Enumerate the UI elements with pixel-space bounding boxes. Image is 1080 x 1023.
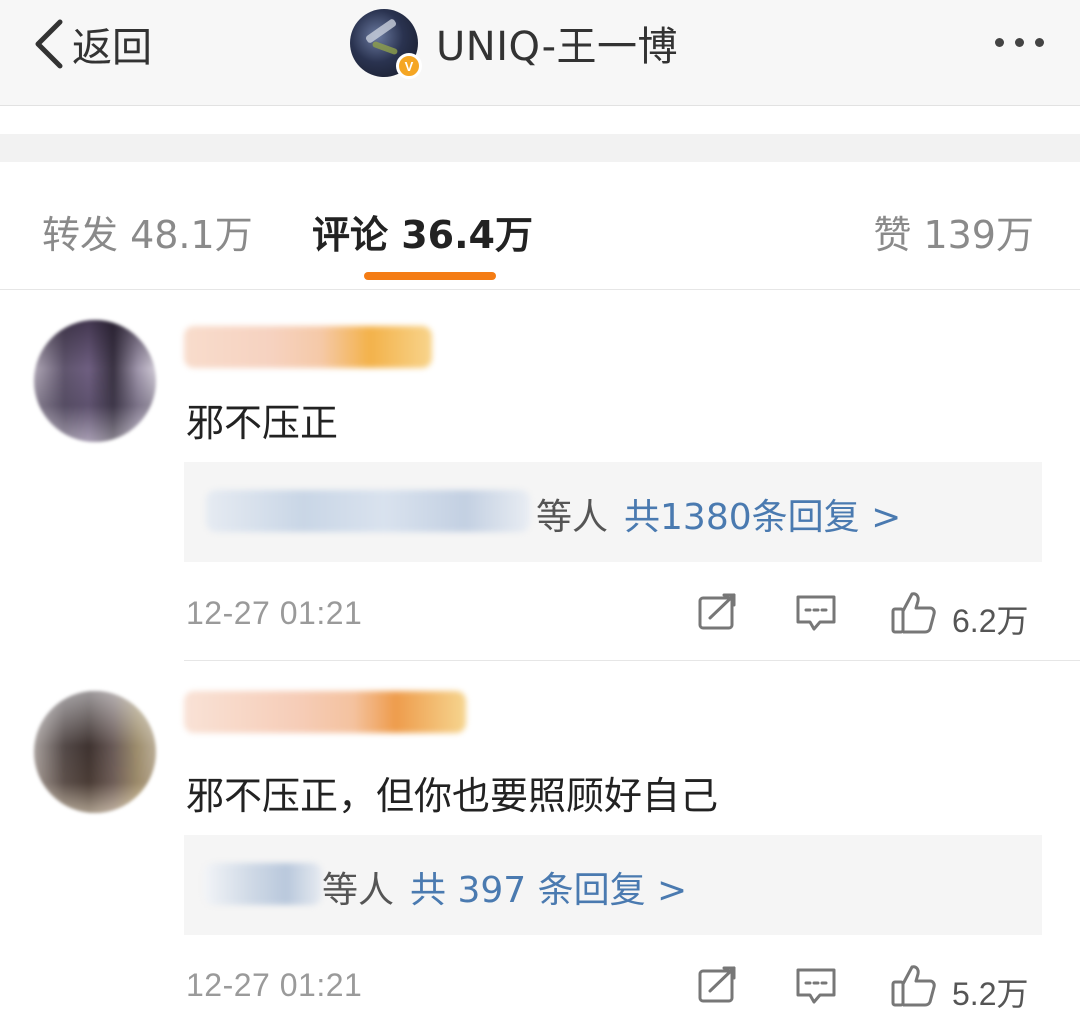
comment-item: 邪不压正，但你也要照顾好自己 等人共 397 条回复 > 12-27 01:21…: [0, 661, 1080, 1023]
like-button[interactable]: 6.2万: [890, 590, 1029, 639]
more-dot-icon: [1015, 37, 1024, 47]
reply-summary: 等人共 397 条回复 >: [322, 861, 687, 913]
tab-comments[interactable]: 评论 36.4万: [312, 204, 533, 259]
thumbs-up-icon: [891, 592, 936, 634]
like-count: 6.2万: [952, 603, 1029, 639]
commenter-avatar[interactable]: [34, 691, 156, 813]
verified-badge: V: [396, 53, 422, 79]
tab-repost[interactable]: 转发 48.1万: [42, 204, 253, 259]
profile-header[interactable]: V UNIQ-王一博: [350, 8, 679, 79]
reply-button[interactable]: [794, 965, 838, 1007]
reply-summary-box[interactable]: 等人共 397 条回复 >: [184, 835, 1042, 935]
page-title: UNIQ-王一博: [436, 24, 679, 70]
comment-icon: [796, 595, 836, 631]
reply-count-link[interactable]: 共 397 条回复 >: [410, 870, 687, 911]
back-label: 返回: [72, 25, 152, 71]
chevron-left-icon: [35, 19, 63, 69]
share-icon: [698, 966, 736, 1003]
comment-text: 邪不压正: [186, 401, 339, 445]
comment-timestamp: 12-27 01:21: [186, 967, 363, 1003]
comment-text: 邪不压正，但你也要照顾好自己: [186, 774, 719, 818]
share-button[interactable]: [696, 592, 740, 632]
share-button[interactable]: [696, 965, 740, 1005]
more-dot-icon: [995, 37, 1004, 47]
reply-count-link[interactable]: 共1380条回复 >: [624, 497, 901, 538]
reply-summary: 等人 共1380条回复 >: [536, 488, 901, 540]
reply-suffix: 等人: [322, 870, 395, 911]
tab-bar: 转发 48.1万 评论 36.4万 赞 139万: [0, 162, 1080, 290]
like-count: 5.2万: [952, 976, 1029, 1012]
comment-icon: [796, 968, 836, 1004]
reply-suffix: 等人: [536, 497, 609, 538]
comment-timestamp: 12-27 01:21: [186, 595, 363, 631]
tab-likes[interactable]: 赞 139万: [873, 204, 1034, 259]
share-icon: [698, 593, 736, 630]
avatar[interactable]: V: [350, 9, 422, 79]
thumbs-up-icon: [891, 965, 936, 1007]
section-divider: [0, 134, 1080, 162]
reply-users-blurred: [206, 490, 530, 532]
comment-item: 邪不压正 等人 共1380条回复 > 12-27 01:21 6.2万: [0, 290, 1080, 660]
active-tab-indicator: [364, 272, 496, 280]
commenter-name-blurred[interactable]: [184, 326, 432, 368]
commenter-name-blurred[interactable]: [184, 691, 466, 733]
reply-button[interactable]: [794, 592, 838, 634]
navbar: 返回 V UNIQ-王一博: [0, 0, 1080, 106]
reply-users-blurred: [204, 863, 322, 905]
reply-summary-box[interactable]: 等人 共1380条回复 >: [184, 462, 1042, 562]
more-options-button[interactable]: [995, 20, 1044, 64]
commenter-avatar[interactable]: [34, 320, 156, 442]
more-dot-icon: [1035, 37, 1044, 47]
back-button[interactable]: 返回: [30, 14, 152, 74]
like-button[interactable]: 5.2万: [890, 963, 1029, 1012]
